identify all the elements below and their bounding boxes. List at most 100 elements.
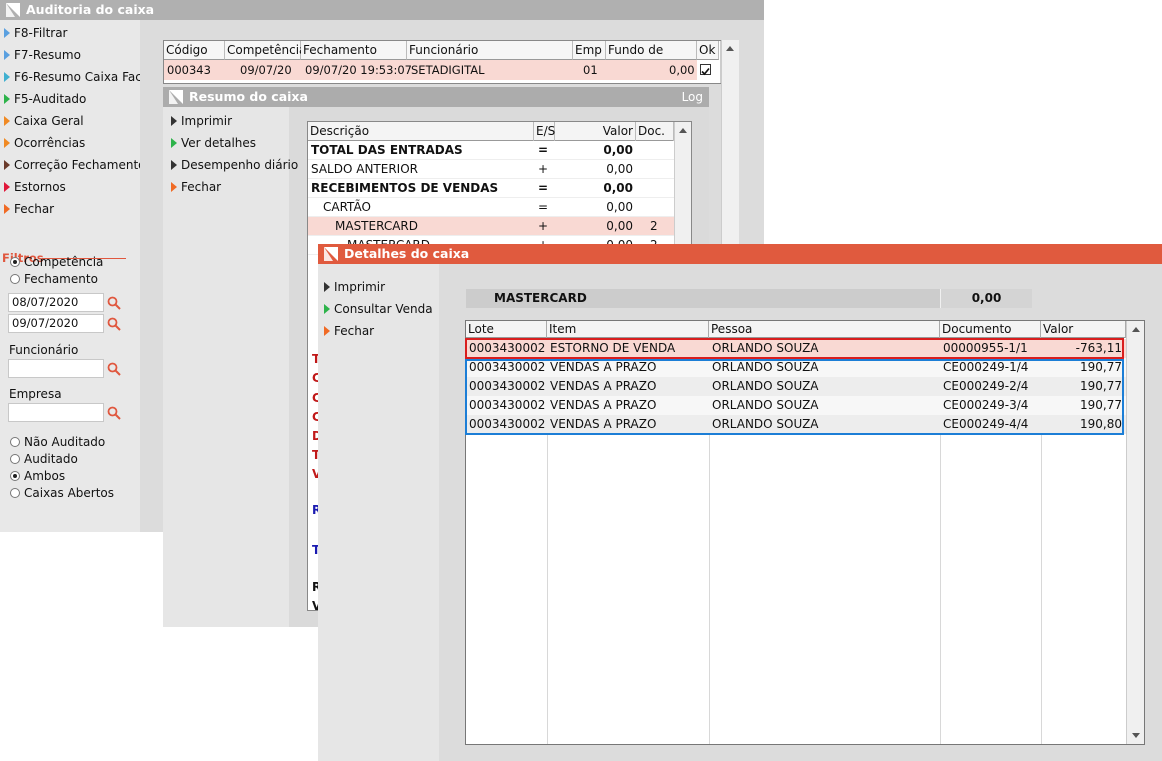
menu-f6-resumo-caixa-facil[interactable]: F6-Resumo Caixa Facil (4, 68, 149, 86)
radio-competencia[interactable]: Competência (10, 254, 103, 270)
arrow-icon (171, 160, 177, 170)
detalhes-table[interactable]: Lote Item Pessoa Documento Valor 0003430… (465, 320, 1145, 745)
arrow-icon (171, 182, 177, 192)
radio-ambos[interactable]: Ambos (10, 468, 65, 484)
menu-caixa-geral[interactable]: Caixa Geral (4, 112, 84, 130)
resumo-menu-fechar[interactable]: Fechar (171, 178, 221, 196)
radio-auditado[interactable]: Auditado (10, 451, 78, 467)
cell-fundo: 0,00 (669, 63, 695, 77)
menu-label: Fechar (181, 180, 222, 194)
menu-label: Imprimir (181, 114, 233, 128)
red-highlight-box (465, 338, 1124, 359)
col-header-pessoa[interactable]: Pessoa (709, 321, 940, 338)
date-from-field[interactable]: 08/07/2020 (8, 293, 104, 312)
app-logo-icon (6, 3, 20, 17)
auditoria-table[interactable]: Código Competência Fechamento Funcionári… (163, 40, 721, 84)
summary-label: MASTERCARD (494, 291, 587, 305)
summary-value: 0,00 (940, 289, 1032, 308)
resumo-menu-desempenho-diario[interactable]: Desempenho diário (171, 156, 298, 174)
radio-caixas-abertos[interactable]: Caixas Abertos (10, 485, 114, 501)
app-logo-icon (169, 90, 183, 104)
arrow-icon (4, 204, 10, 214)
search-icon[interactable] (107, 317, 121, 331)
funcionario-field[interactable] (8, 359, 104, 378)
detalhes-title: Detalhes do caixa (344, 246, 470, 261)
resumo-sidebar: Imprimir Ver detalhes Desempenho diário Fec… (163, 107, 298, 627)
menu-f7-resumo[interactable]: F7-Resumo (4, 46, 81, 64)
col-header-funcionario[interactable]: Funcionário (407, 41, 573, 60)
menu-label: Ocorrências (14, 136, 86, 150)
resumo-menu-imprimir[interactable]: Imprimir (171, 112, 232, 130)
menu-estornos[interactable]: Estornos (4, 178, 66, 196)
resumo-row[interactable]: RECEBIMENTOS DE VENDAS = 0,00 (308, 179, 674, 198)
app-logo-icon (324, 247, 338, 261)
menu-fechar[interactable]: Fechar (4, 200, 54, 218)
arrow-icon (4, 182, 10, 192)
cell-desc: MASTERCARD (335, 219, 418, 233)
detalhes-menu-fechar[interactable]: Fechar (324, 322, 374, 340)
summary-bar: MASTERCARD 0,00 (466, 289, 1032, 308)
resumo-titlebar: Resumo do caixa Log (163, 87, 709, 107)
resumo-row[interactable]: CARTÃO = 0,00 (308, 198, 674, 217)
resumo-row[interactable]: MASTERCARD +0,00 2 (308, 217, 674, 236)
date-to-field[interactable]: 09/07/2020 (8, 314, 104, 333)
menu-ocorrencias[interactable]: Ocorrências (4, 134, 85, 152)
blue-highlight-box (465, 359, 1124, 435)
col-header-codigo[interactable]: Código (164, 41, 225, 60)
scroll-up-icon[interactable] (1132, 327, 1140, 332)
resumo-title: Resumo do caixa (189, 89, 308, 104)
menu-label: Desempenho diário (181, 158, 299, 172)
search-icon[interactable] (107, 362, 121, 376)
cell-es: + (538, 219, 549, 233)
cell-es: = (538, 181, 549, 195)
arrow-icon (171, 138, 177, 148)
detalhes-menu-consultar-venda[interactable]: Consultar Venda (324, 300, 433, 318)
col-header-valor[interactable]: Valor (1041, 321, 1126, 338)
cell-doc: 2 (650, 219, 658, 233)
resumo-row[interactable]: SALDO ANTERIOR +0,00 (308, 160, 674, 179)
col-header-ok[interactable]: Ok (697, 41, 719, 60)
col-header-es[interactable]: E/S (534, 122, 555, 141)
search-icon[interactable] (107, 406, 121, 420)
radio-nao-auditado[interactable]: Não Auditado (10, 434, 105, 450)
detalhes-menu-imprimir[interactable]: Imprimir (324, 278, 385, 296)
radio-selected-icon (10, 257, 20, 267)
menu-f5-auditado[interactable]: F5-Auditado (4, 90, 86, 108)
scroll-up-icon[interactable] (679, 128, 687, 133)
log-link[interactable]: Log (682, 87, 703, 107)
col-header-valor[interactable]: Valor (555, 122, 636, 141)
menu-label: Imprimir (334, 280, 386, 294)
arrow-icon (4, 160, 10, 170)
col-header-fechamento[interactable]: Fechamento (301, 41, 407, 60)
auditoria-title: Auditoria do caixa (26, 2, 155, 17)
col-header-lote[interactable]: Lote (466, 321, 547, 338)
cell-desc: TOTAL DAS ENTRADAS (311, 143, 463, 157)
ok-checkbox[interactable] (700, 64, 711, 76)
menu-f8-filtrar[interactable]: F8-Filtrar (4, 24, 68, 42)
scroll-down-icon[interactable] (1132, 733, 1140, 738)
detalhes-titlebar: Detalhes do caixa (318, 244, 1162, 264)
resumo-menu-ver-detalhes[interactable]: Ver detalhes (171, 134, 256, 152)
col-header-documento[interactable]: Documento (940, 321, 1041, 338)
search-icon[interactable] (107, 296, 121, 310)
cell-valor: 0,00 (603, 181, 633, 195)
col-header-item[interactable]: Item (547, 321, 709, 338)
menu-label: Fechar (14, 202, 55, 216)
col-header-doc[interactable]: Doc. (636, 122, 674, 141)
radio-icon (10, 437, 20, 447)
empresa-field[interactable] (8, 403, 104, 422)
col-header-descricao[interactable]: Descrição (308, 122, 534, 141)
cell-emp: 01 (583, 63, 598, 77)
cell-valor: 0,00 (603, 143, 633, 157)
detalhes-window: Detalhes do caixa Imprimir Consultar Vend… (318, 244, 1162, 761)
col-header-competencia[interactable]: Competência (225, 41, 306, 60)
col-header-fundo[interactable]: Fundo de Caixa (606, 41, 697, 76)
resumo-row[interactable]: TOTAL DAS ENTRADAS = 0,00 (308, 141, 674, 160)
detalhes-scrollbar[interactable] (1126, 321, 1144, 744)
menu-correcao-fechamento[interactable]: Correção Fechamento (4, 156, 146, 174)
radio-selected-icon (10, 471, 20, 481)
radio-fechamento[interactable]: Fechamento (10, 271, 98, 287)
col-header-emp[interactable]: Emp (573, 41, 606, 60)
menu-label: F6-Resumo Caixa Facil (14, 70, 149, 84)
scroll-up-icon[interactable] (726, 46, 734, 51)
